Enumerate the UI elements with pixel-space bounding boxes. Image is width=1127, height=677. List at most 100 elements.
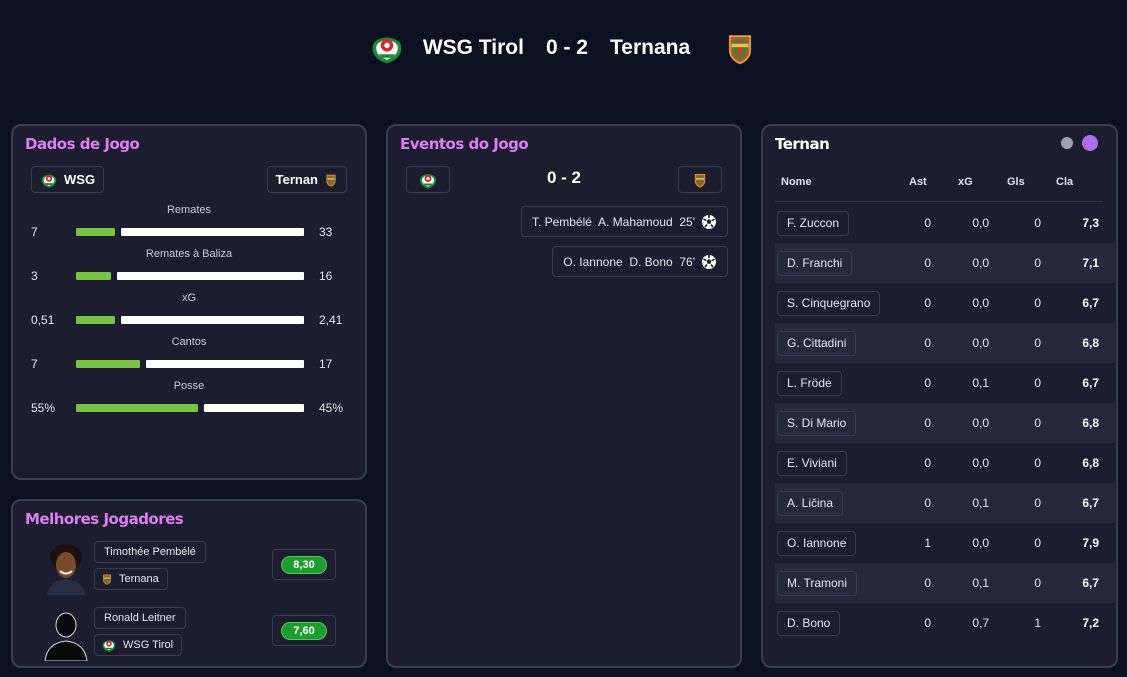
- player-name-chip[interactable]: M. Tramoni: [777, 571, 858, 596]
- stat-bar: [76, 360, 304, 368]
- away-stat-value: 17: [319, 357, 333, 371]
- away-stat-value: 16: [319, 269, 333, 283]
- assists-cell: 0: [924, 496, 931, 510]
- goal-event[interactable]: T. Pembélé A. Mahamoud 25': [520, 206, 728, 237]
- away-stat-value: 2,41: [319, 313, 343, 327]
- goals-cell: 0: [1034, 216, 1041, 230]
- player-name-chip[interactable]: A. Ličina: [777, 491, 844, 516]
- home-stat-value: 3: [31, 269, 38, 283]
- away-stat-bar: [117, 272, 304, 280]
- panel-title: Ternan: [775, 135, 830, 153]
- assists-cell: 0: [924, 616, 931, 630]
- xg-cell: 0,0: [972, 256, 989, 270]
- table-header: Nome Ast xG Gls Cla: [775, 176, 1103, 202]
- rating-cell: 6,7: [1082, 496, 1099, 510]
- table-row[interactable]: F. Zuccon 0 0,0 0 7,3: [775, 203, 1115, 243]
- away-team-chip[interactable]: Ternan: [266, 166, 347, 193]
- stat-block: Remates à Baliza 3 16: [13, 248, 365, 286]
- stat-bar: [76, 272, 304, 280]
- home-chip-label: WSG: [64, 172, 96, 187]
- stat-bar: [76, 316, 304, 324]
- player-name: Timothée Pembélé: [94, 541, 206, 563]
- player-name-chip[interactable]: F. Zuccon: [777, 211, 850, 236]
- home-stat-bar: [76, 360, 140, 368]
- panel-title: Dados de Jogo: [25, 135, 140, 153]
- player-name-chip[interactable]: L. Fröde: [777, 371, 842, 396]
- home-stat-value: 7: [31, 357, 38, 371]
- player-name-chip[interactable]: O. Iannone: [777, 531, 857, 556]
- rating-cell: 7,9: [1082, 536, 1099, 550]
- goals-cell: 1: [1034, 616, 1041, 630]
- assists-cell: 0: [924, 216, 931, 230]
- rating-cell: 6,7: [1082, 376, 1099, 390]
- rating-cell: 7,2: [1082, 616, 1099, 630]
- assists-cell: 0: [924, 576, 931, 590]
- goals-cell: 0: [1034, 496, 1041, 510]
- player-name: Ronald Leitner: [94, 607, 186, 629]
- player-name-chip[interactable]: D. Bono: [777, 611, 841, 636]
- home-stat-value: 55%: [31, 401, 56, 415]
- stat-label: Remates à Baliza: [145, 248, 233, 260]
- ternana-crest-icon: [324, 171, 338, 189]
- away-stat-bar: [121, 228, 304, 236]
- rating-cell: 6,8: [1082, 416, 1099, 430]
- ternana-crest-icon: [722, 30, 758, 66]
- table-row[interactable]: L. Fröde 0 0,1 0 6,7: [775, 363, 1115, 403]
- table-row[interactable]: D. Franchi 0 0,0 0 7,1: [775, 243, 1115, 283]
- player-team: Ternana: [119, 573, 159, 585]
- wsg-tirol-crest-icon: [101, 637, 117, 653]
- xg-cell: 0,7: [972, 616, 989, 630]
- assists-cell: 0: [924, 376, 931, 390]
- stat-row: 7 33: [13, 222, 365, 242]
- table-row[interactable]: E. Viviani 0 0,0 0 6,8: [775, 443, 1115, 483]
- toggle-away-dot[interactable]: [1082, 135, 1098, 151]
- player-name-chip[interactable]: G. Cittadini: [777, 331, 857, 356]
- rating-cell: 6,8: [1082, 456, 1099, 470]
- stat-label: Posse: [173, 380, 205, 392]
- goal-event[interactable]: O. Iannone D. Bono 76': [552, 246, 728, 277]
- col-cla: Cla: [1056, 176, 1074, 188]
- stat-block: Remates 7 33: [13, 204, 365, 242]
- player-team-chip: Ternana: [94, 568, 168, 590]
- toggle-home-dot[interactable]: [1061, 137, 1073, 149]
- best-player-card[interactable]: Timothée Pembélé Ternana 8,30: [43, 541, 343, 603]
- stat-block: Posse 55% 45%: [13, 380, 365, 418]
- xg-cell: 0,1: [972, 496, 989, 510]
- player-name-chip[interactable]: S. Cinquegrano: [777, 291, 881, 316]
- player-rating-box: 7,60: [272, 615, 336, 646]
- panel-title: Eventos do Jogo: [400, 135, 529, 153]
- table-row[interactable]: S. Cinquegrano 0 0,0 0 6,7: [775, 283, 1115, 323]
- stat-bar: [76, 228, 304, 236]
- xg-cell: 0,0: [972, 296, 989, 310]
- home-team-chip[interactable]: WSG: [31, 166, 105, 193]
- soccer-ball-icon: [702, 254, 716, 269]
- away-stat-bar: [204, 404, 304, 412]
- player-name-chip[interactable]: E. Viviani: [777, 451, 847, 476]
- team-toggle[interactable]: [1061, 135, 1098, 151]
- goals-cell: 0: [1034, 376, 1041, 390]
- stat-row: 3 16: [13, 266, 365, 286]
- team-lineup-panel: Ternan Nome Ast xG Gls Cla F. Zuccon 0 0,0…: [761, 124, 1118, 668]
- away-stat-bar: [146, 360, 304, 368]
- stat-block: Cantos 7 17: [13, 336, 365, 374]
- away-crest-chip: [678, 166, 722, 193]
- stat-label: xG: [181, 292, 197, 304]
- xg-cell: 0,1: [972, 576, 989, 590]
- goals-cell: 0: [1034, 416, 1041, 430]
- player-name-chip[interactable]: D. Franchi: [777, 251, 853, 276]
- best-player-card[interactable]: Ronald Leitner WSG Tirol 7,60: [43, 607, 343, 669]
- table-row[interactable]: M. Tramoni 0 0,1 0 6,7: [775, 563, 1115, 603]
- wsg-tirol-crest-icon: [40, 171, 58, 189]
- table-row[interactable]: S. Di Mario 0 0,0 0 6,8: [775, 403, 1115, 443]
- table-row[interactable]: O. Iannone 1 0,0 0 7,9: [775, 523, 1115, 563]
- col-name: Nome: [781, 176, 812, 188]
- table-row[interactable]: A. Ličina 0 0,1 0 6,7: [775, 483, 1115, 523]
- soccer-ball-icon: [702, 214, 716, 229]
- goals-cell: 0: [1034, 536, 1041, 550]
- player-name-chip[interactable]: S. Di Mario: [777, 411, 857, 436]
- xg-cell: 0,0: [972, 456, 989, 470]
- match-header: WSG Tirol 0 - 2 Ternana: [0, 24, 1127, 72]
- table-row[interactable]: G. Cittadini 0 0,0 0 6,8: [775, 323, 1115, 363]
- table-row[interactable]: D. Bono 0 0,7 1 7,2: [775, 603, 1115, 643]
- player-team: WSG Tirol: [123, 639, 174, 651]
